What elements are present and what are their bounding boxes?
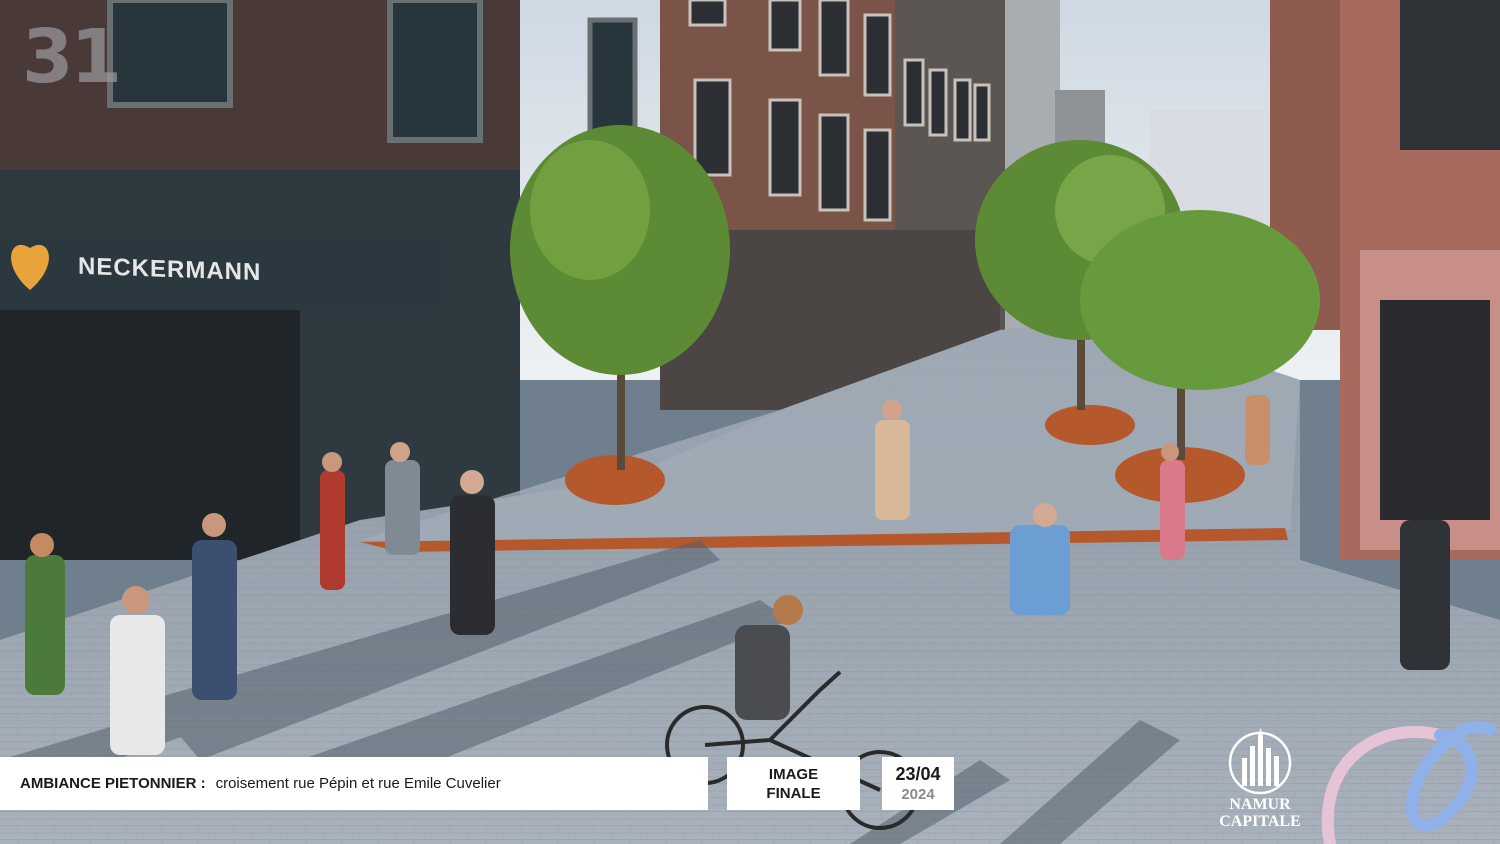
caption-title: AMBIANCE PIETONNIER :: [20, 775, 206, 792]
caption-box: AMBIANCE PIETONNIER : croisement rue Pép…: [0, 757, 708, 810]
brand-wordmark: NAMUR CAPITALE: [1214, 796, 1306, 830]
slide-number: 31: [22, 14, 122, 100]
date-badge: 23/04 2024: [882, 757, 954, 810]
status-line-2: FINALE: [766, 784, 821, 802]
status-line-1: IMAGE: [768, 765, 819, 783]
street-render-image: [0, 0, 1500, 844]
caption-text: croisement rue Pépin et rue Emile Cuveli…: [215, 775, 501, 792]
status-badge: IMAGE FINALE: [727, 757, 860, 810]
brand-line-2: CAPITALE: [1219, 813, 1301, 830]
date-day: 23/04: [895, 763, 941, 784]
date-year: 2024: [901, 785, 935, 803]
brand-line-1: NAMUR: [1229, 796, 1291, 813]
